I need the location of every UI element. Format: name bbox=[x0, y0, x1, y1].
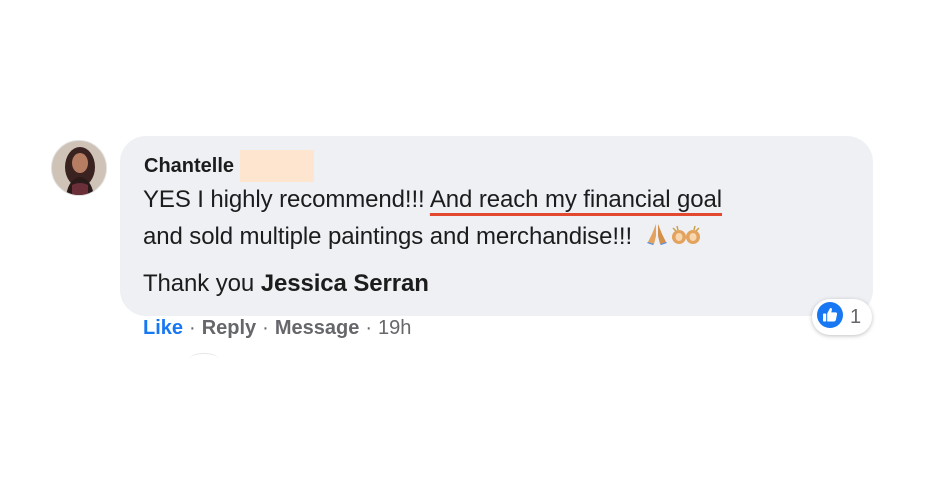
reply-thread-connector bbox=[190, 353, 218, 364]
praying-hands-icon bbox=[645, 223, 669, 252]
comment-text: and sold multiple paintings and merchand… bbox=[143, 223, 633, 250]
comment-author[interactable]: Chantelle bbox=[144, 155, 234, 178]
comment-header: Chantelle bbox=[144, 150, 315, 182]
reaction-summary[interactable]: 1 bbox=[812, 299, 872, 335]
separator: · bbox=[365, 317, 373, 339]
comment-line-1: YES I highly recommend!!! And reach my f… bbox=[143, 186, 722, 214]
like-button[interactable]: Like bbox=[143, 317, 183, 339]
message-button[interactable]: Message bbox=[275, 317, 360, 339]
comment-text: Thank you bbox=[143, 270, 261, 297]
comment-text: YES I highly recommend!!! bbox=[143, 186, 430, 213]
comment-line-2: and sold multiple paintings and merchand… bbox=[143, 223, 701, 252]
redacted-surname bbox=[240, 150, 315, 182]
raising-hands-icon bbox=[671, 224, 701, 252]
avatar[interactable] bbox=[51, 140, 107, 196]
comment-actions: Like · Reply · Message · 19h bbox=[143, 317, 411, 340]
comment-line-3: Thank you Jessica Serran bbox=[143, 270, 429, 298]
separator: · bbox=[262, 317, 269, 339]
avatar-photo-icon bbox=[52, 141, 106, 195]
highlighted-text: And reach my financial goal bbox=[429, 186, 723, 213]
like-icon bbox=[816, 301, 844, 334]
reaction-count: 1 bbox=[850, 305, 862, 328]
separator: · bbox=[189, 317, 196, 339]
reply-button[interactable]: Reply bbox=[202, 317, 256, 339]
mention-link[interactable]: Jessica Serran bbox=[261, 270, 429, 297]
comment-timestamp[interactable]: 19h bbox=[378, 317, 411, 339]
